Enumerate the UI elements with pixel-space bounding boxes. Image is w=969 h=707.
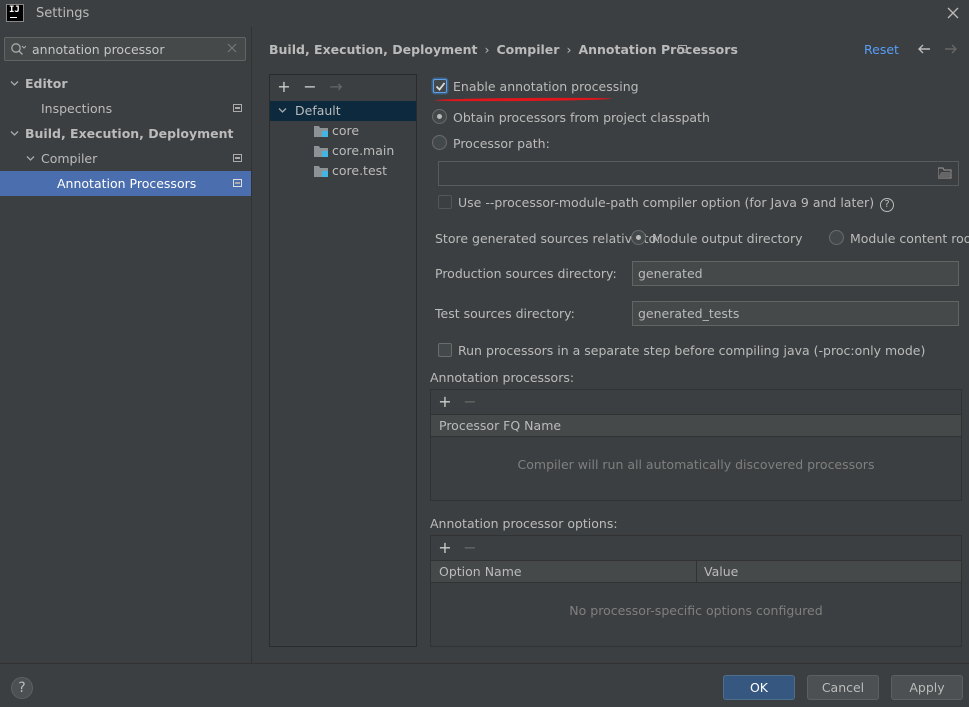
sidebar-item-compiler[interactable]: Compiler (0, 146, 251, 171)
enable-annotation-processing-label[interactable]: Enable annotation processing (453, 79, 639, 94)
annotation-processor-options-section-label: Annotation processor options: (430, 516, 618, 531)
processor-path-radio[interactable] (432, 135, 447, 150)
help-circle-icon[interactable]: ? (880, 198, 895, 212)
close-icon[interactable] (944, 4, 962, 22)
annotation-processors-table: + − Processor FQ Name Compiler will run … (430, 389, 962, 501)
profile-label: Default (295, 103, 341, 118)
reset-link[interactable]: Reset (864, 42, 899, 57)
test-sources-directory-label: Test sources directory: (435, 306, 575, 321)
obtain-from-classpath-label[interactable]: Obtain processors from project classpath (453, 110, 710, 125)
move-to-profile-button[interactable]: → (328, 79, 344, 95)
search-icon (11, 43, 26, 55)
project-settings-icon (233, 154, 242, 162)
obtain-from-classpath-radio[interactable] (432, 109, 447, 124)
back-arrow-icon[interactable] (916, 41, 932, 57)
remove-processor-button[interactable]: − (462, 394, 478, 410)
breadcrumb-separator: › (484, 42, 490, 57)
add-processor-button[interactable]: + (437, 394, 453, 410)
chevron-down-icon[interactable] (26, 154, 35, 163)
breadcrumb-annotation-processors: Annotation Processors (578, 42, 738, 57)
annotation-processor-options-table: + − Option Name Value No processor-speci… (430, 535, 962, 647)
module-folder-icon (314, 166, 328, 177)
chevron-down-icon[interactable] (278, 106, 287, 115)
annotation-processors-section-label: Annotation processors: (430, 370, 575, 385)
profiles-toolbar: + − → (270, 75, 416, 100)
breadcrumb: Build, Execution, Deployment › Compiler › An… (269, 42, 738, 57)
settings-search-input[interactable]: annotation processor (4, 37, 246, 61)
search-query-text: annotation processor (32, 42, 165, 57)
chevron-down-icon[interactable] (10, 79, 19, 88)
sidebar-item-label: Build, Execution, Deployment (25, 126, 234, 141)
processors-table-header: Processor FQ Name (431, 415, 961, 437)
red-underline-annotation (434, 97, 613, 102)
module-content-root-radio[interactable] (829, 230, 844, 245)
forward-arrow-icon[interactable] (943, 41, 959, 57)
ok-button[interactable]: OK (723, 675, 795, 700)
chevron-down-icon[interactable] (10, 129, 19, 138)
cancel-button[interactable]: Cancel (807, 675, 879, 700)
separate-step-label[interactable]: Run processors in a separate step before… (458, 343, 925, 358)
column-header-value[interactable]: Value (704, 561, 738, 583)
processors-table-toolbar: + − (431, 390, 961, 415)
enable-annotation-processing-checkbox[interactable] (433, 79, 447, 93)
breadcrumb-compiler[interactable]: Compiler (496, 42, 559, 57)
options-table-header: Option Name Value (431, 561, 961, 583)
processor-path-field[interactable] (438, 161, 959, 186)
processor-module-path-text: Use --processor-module-path compiler opt… (458, 195, 875, 210)
column-header-processor-fq-name[interactable]: Processor FQ Name (439, 415, 561, 437)
add-option-button[interactable]: + (437, 540, 453, 556)
breadcrumb-separator: › (566, 42, 572, 57)
clear-search-icon[interactable] (225, 41, 239, 55)
browse-folder-icon[interactable] (938, 167, 952, 179)
sidebar-item-label: Compiler (41, 151, 98, 166)
sidebar-item-editor[interactable]: Editor (0, 71, 251, 96)
module-folder-icon (314, 126, 328, 137)
module-label: core.main (332, 143, 395, 158)
production-sources-directory-input[interactable]: generated (632, 261, 959, 286)
processor-path-label[interactable]: Processor path: (453, 136, 550, 151)
column-divider[interactable] (696, 561, 697, 583)
module-output-directory-label[interactable]: Module output directory (652, 231, 803, 246)
sidebar-item-inspections[interactable]: Inspections (0, 96, 251, 121)
separate-step-checkbox[interactable] (438, 343, 452, 357)
module-content-root-label[interactable]: Module content root (850, 231, 969, 246)
sidebar-item-label: Editor (25, 76, 68, 91)
processor-module-path-label[interactable]: Use --processor-module-path compiler opt… (458, 195, 895, 212)
profiles-panel: + − → Default core core.main core.test (269, 74, 417, 647)
module-label: core.test (332, 163, 388, 178)
processor-module-path-checkbox[interactable] (438, 195, 452, 209)
breadcrumb-build-execution-deployment[interactable]: Build, Execution, Deployment (269, 42, 477, 57)
project-settings-icon (233, 179, 242, 187)
module-folder-icon (314, 146, 328, 157)
remove-option-button[interactable]: − (462, 540, 478, 556)
title-bar (0, 0, 969, 27)
production-sources-directory-label: Production sources directory: (435, 266, 617, 281)
store-generated-sources-label: Store generated sources relative to: (435, 231, 661, 246)
sidebar-item-label: Inspections (41, 101, 113, 116)
checkmark-icon (435, 82, 446, 91)
help-button[interactable]: ? (11, 677, 33, 699)
project-settings-icon (678, 45, 687, 53)
intellij-logo-icon: IJ (6, 4, 24, 22)
settings-sidebar: annotation processor Editor Inspections … (0, 27, 252, 663)
add-profile-button[interactable]: + (276, 79, 292, 95)
options-table-toolbar: + − (431, 536, 961, 561)
sidebar-item-build-execution-deployment[interactable]: Build, Execution, Deployment (0, 121, 251, 146)
apply-button[interactable]: Apply (891, 675, 963, 700)
sidebar-item-label: Annotation Processors (57, 176, 197, 191)
sidebar-item-annotation-processors[interactable]: Annotation Processors (0, 171, 251, 196)
window-title: Settings (36, 6, 90, 21)
module-output-directory-radio[interactable] (631, 230, 646, 245)
options-empty-text: No processor-specific options configured (569, 603, 823, 618)
module-label: core (332, 123, 360, 138)
column-header-option-name[interactable]: Option Name (439, 561, 522, 583)
project-settings-icon (233, 104, 242, 112)
profile-default[interactable]: Default (270, 101, 416, 121)
test-sources-directory-input[interactable]: generated_tests (632, 301, 959, 326)
processors-empty-text: Compiler will run all automatically disc… (517, 457, 875, 472)
remove-profile-button[interactable]: − (302, 79, 318, 95)
